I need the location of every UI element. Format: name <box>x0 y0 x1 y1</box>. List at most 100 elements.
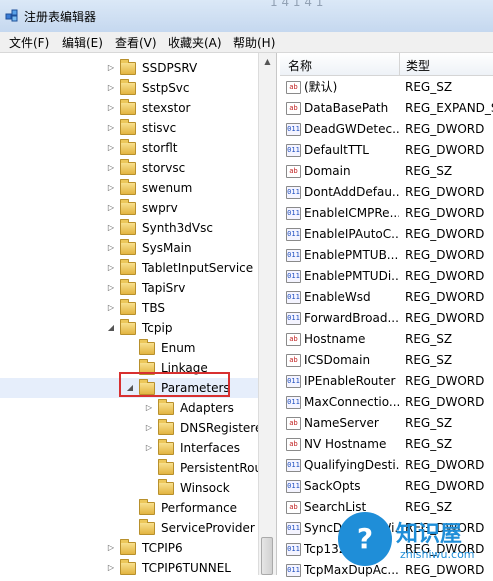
tree-item[interactable]: ▷ DNSRegistere <box>0 418 262 438</box>
tree-item[interactable]: ▷ storflt <box>0 138 258 158</box>
value-type: REG_DWORD <box>405 479 485 493</box>
tree-item[interactable]: ▷ TCPIP6 <box>0 538 258 558</box>
tree-item[interactable]: ▷ stexstor <box>0 98 258 118</box>
menu-view[interactable]: 查看(V) <box>115 34 157 51</box>
value-row[interactable]: 011 DontAddDefau... REG_DWORD <box>280 182 493 203</box>
column-header-type[interactable]: 类型 <box>406 57 430 74</box>
tree-item[interactable]: PersistentRou <box>0 458 262 478</box>
expand-arrow-icon[interactable]: ▷ <box>106 238 116 258</box>
site-watermark: ? 知识屋 zhishiwu.com <box>338 512 488 570</box>
value-row[interactable]: 011 EnablePMTUB... REG_DWORD <box>280 245 493 266</box>
tree-item[interactable]: ▷ TCPIP6TUNNEL <box>0 558 258 578</box>
value-row[interactable]: ab NameServer REG_SZ <box>280 413 493 434</box>
value-row[interactable]: 011 IPEnableRouter REG_DWORD <box>280 371 493 392</box>
tree-item[interactable]: ▷ TabletInputService <box>0 258 258 278</box>
scroll-up-icon[interactable]: ▲ <box>259 53 276 70</box>
folder-icon <box>120 539 136 555</box>
expand-arrow-icon[interactable]: ▷ <box>144 398 154 418</box>
expand-arrow-icon[interactable]: ▷ <box>106 98 116 118</box>
value-row[interactable]: ab DataBasePath REG_EXPAND_S <box>280 98 493 119</box>
tree-item-label: storvsc <box>142 161 186 175</box>
expand-arrow-icon[interactable]: ▷ <box>106 258 116 278</box>
value-name: (默认) <box>304 80 338 94</box>
value-row[interactable]: 011 QualifyingDesti... REG_DWORD <box>280 455 493 476</box>
value-row[interactable]: 011 DefaultTTL REG_DWORD <box>280 140 493 161</box>
expand-arrow-icon[interactable]: ▷ <box>106 58 116 78</box>
value-row[interactable]: 011 SackOpts REG_DWORD <box>280 476 493 497</box>
expand-arrow-icon[interactable]: ▷ <box>106 558 116 578</box>
menu-file[interactable]: 文件(F) <box>9 34 49 51</box>
tree-item[interactable]: ▷ Interfaces <box>0 438 258 458</box>
tree-item[interactable]: ▷ TapiSrv <box>0 278 258 298</box>
tree-item[interactable]: Enum <box>0 338 258 358</box>
value-row[interactable]: 011 EnableWsd REG_DWORD <box>280 287 493 308</box>
tree-item[interactable]: ▷ swprv <box>0 198 258 218</box>
column-header-name[interactable]: 名称 <box>288 57 312 74</box>
expand-arrow-icon[interactable]: ▷ <box>106 218 116 238</box>
expand-arrow-icon[interactable]: ▷ <box>106 198 116 218</box>
menu-favorites[interactable]: 收藏夹(A) <box>168 34 222 51</box>
value-row[interactable]: ab Domain REG_SZ <box>280 161 493 182</box>
value-type: REG_DWORD <box>405 458 485 472</box>
value-name: DataBasePath <box>304 101 389 115</box>
values-list-pane[interactable]: 名称 类型 ab (默认) REG_SZ ab DataBasePath REG_EXPA… <box>280 53 493 577</box>
value-row[interactable]: 011 EnablePMTUDi... REG_DWORD <box>280 266 493 287</box>
tree-scrollbar[interactable]: ▲ <box>258 53 276 575</box>
expand-arrow-icon[interactable]: ▷ <box>106 278 116 298</box>
tree-item-label: ServiceProvider <box>161 521 255 535</box>
tree-item[interactable]: ▷ stisvc <box>0 118 258 138</box>
value-row[interactable]: ab (默认) REG_SZ <box>280 77 493 98</box>
value-row[interactable]: ab NV Hostname REG_SZ <box>280 434 493 455</box>
tree-item-label: Enum <box>161 341 196 355</box>
value-row[interactable]: 011 EnableIPAutoC... REG_DWORD <box>280 224 493 245</box>
expand-arrow-icon[interactable]: ▷ <box>106 538 116 558</box>
tree-item[interactable]: ▷ swenum <box>0 178 258 198</box>
folder-icon <box>139 499 155 515</box>
menu-help[interactable]: 帮助(H) <box>233 34 275 51</box>
watermark-url: zhishiwu.com <box>400 548 475 561</box>
value-row[interactable]: 011 EnableICMPRe... REG_DWORD <box>280 203 493 224</box>
value-name: QualifyingDesti... <box>304 458 399 472</box>
binary-value-icon: 011 <box>286 459 301 472</box>
value-row[interactable]: ab Hostname REG_SZ <box>280 329 493 350</box>
tree-item-label: swprv <box>142 201 178 215</box>
expand-arrow-icon[interactable]: ▷ <box>144 418 154 438</box>
string-value-icon: ab <box>286 165 301 178</box>
value-row[interactable]: ab ICSDomain REG_SZ <box>280 350 493 371</box>
tree-item[interactable]: ▷ SstpSvc <box>0 78 258 98</box>
tree-item[interactable]: ◢ Tcpip <box>0 318 258 338</box>
value-type: REG_DWORD <box>405 206 485 220</box>
value-row[interactable]: 011 ForwardBroad... REG_DWORD <box>280 308 493 329</box>
tree-item-label: SSDPSRV <box>142 61 198 75</box>
scroll-thumb[interactable] <box>261 537 273 575</box>
collapse-arrow-icon[interactable]: ◢ <box>106 318 116 338</box>
tree-item-label: stexstor <box>142 101 191 115</box>
tree-item[interactable]: ▷ Adapters <box>0 398 258 418</box>
tree-item[interactable]: ▷ Synth3dVsc <box>0 218 258 238</box>
tree-item[interactable]: ▷ storvsc <box>0 158 258 178</box>
value-name: EnablePMTUDi... <box>304 269 399 283</box>
tree-item[interactable]: ▷ SysMain <box>0 238 258 258</box>
expand-arrow-icon[interactable]: ▷ <box>106 158 116 178</box>
tree-item[interactable]: ▷ TBS <box>0 298 258 318</box>
tree-item[interactable]: ▷ SSDPSRV <box>0 58 258 78</box>
folder-icon <box>158 439 174 455</box>
expand-arrow-icon[interactable]: ▷ <box>106 118 116 138</box>
tree-item[interactable]: ServiceProvider <box>0 518 258 538</box>
folder-icon <box>120 179 136 195</box>
tree-item-label: storflt <box>142 141 178 155</box>
value-name: NameServer <box>304 416 379 430</box>
menu-edit[interactable]: 编辑(E) <box>62 34 103 51</box>
expand-arrow-icon[interactable]: ▷ <box>106 78 116 98</box>
column-divider[interactable] <box>399 53 400 75</box>
expand-arrow-icon[interactable]: ▷ <box>106 298 116 318</box>
expand-arrow-icon[interactable]: ▷ <box>106 138 116 158</box>
key-tree-pane[interactable]: ▷ SSDPSRV ▷ SstpSvc ▷ stexstor ▷ stisvc ▷ storflt… <box>0 53 277 575</box>
expand-arrow-icon[interactable]: ▷ <box>106 178 116 198</box>
tree-item[interactable]: Performance <box>0 498 258 518</box>
expand-arrow-icon[interactable]: ▷ <box>144 438 154 458</box>
binary-value-icon: 011 <box>286 228 301 241</box>
value-row[interactable]: 011 DeadGWDetec... REG_DWORD <box>280 119 493 140</box>
value-row[interactable]: 011 MaxConnectio... REG_DWORD <box>280 392 493 413</box>
tree-item[interactable]: Winsock <box>0 478 258 498</box>
